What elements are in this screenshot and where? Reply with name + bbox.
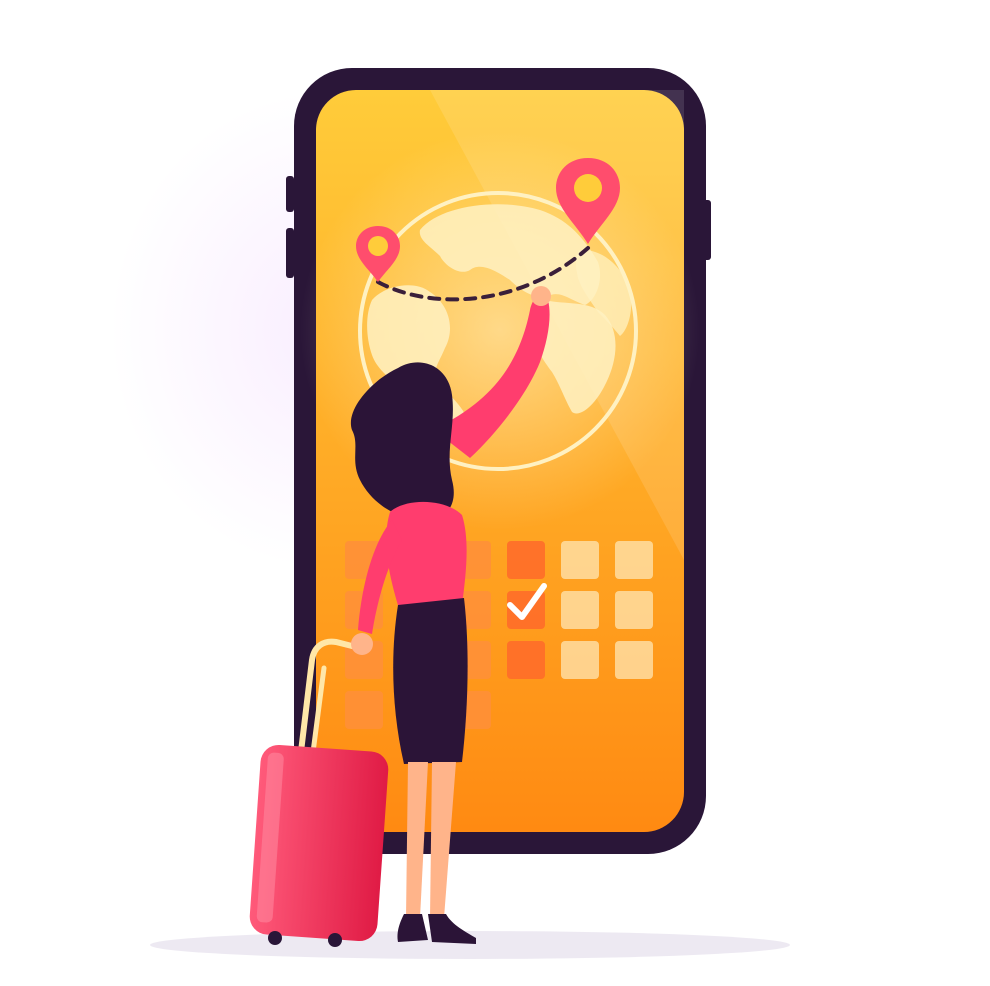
- calendar-cell: [561, 591, 599, 629]
- lower-hand: [351, 633, 373, 655]
- calendar-cell: [615, 591, 653, 629]
- travel-illustration: [110, 68, 790, 959]
- calendar-cell: [615, 641, 653, 679]
- calendar-cell: [507, 641, 545, 679]
- calendar-cell: [507, 541, 545, 579]
- shoe-right: [428, 914, 476, 944]
- raised-hand: [531, 286, 551, 306]
- skirt: [393, 598, 468, 764]
- calendar-cell: [615, 541, 653, 579]
- calendar-cell: [345, 691, 383, 729]
- shoe-left: [397, 914, 428, 942]
- suitcase-wheel: [328, 933, 342, 947]
- calendar-cell: [561, 541, 599, 579]
- top: [386, 501, 467, 612]
- suitcase-wheel: [268, 931, 282, 945]
- calendar-cell: [561, 641, 599, 679]
